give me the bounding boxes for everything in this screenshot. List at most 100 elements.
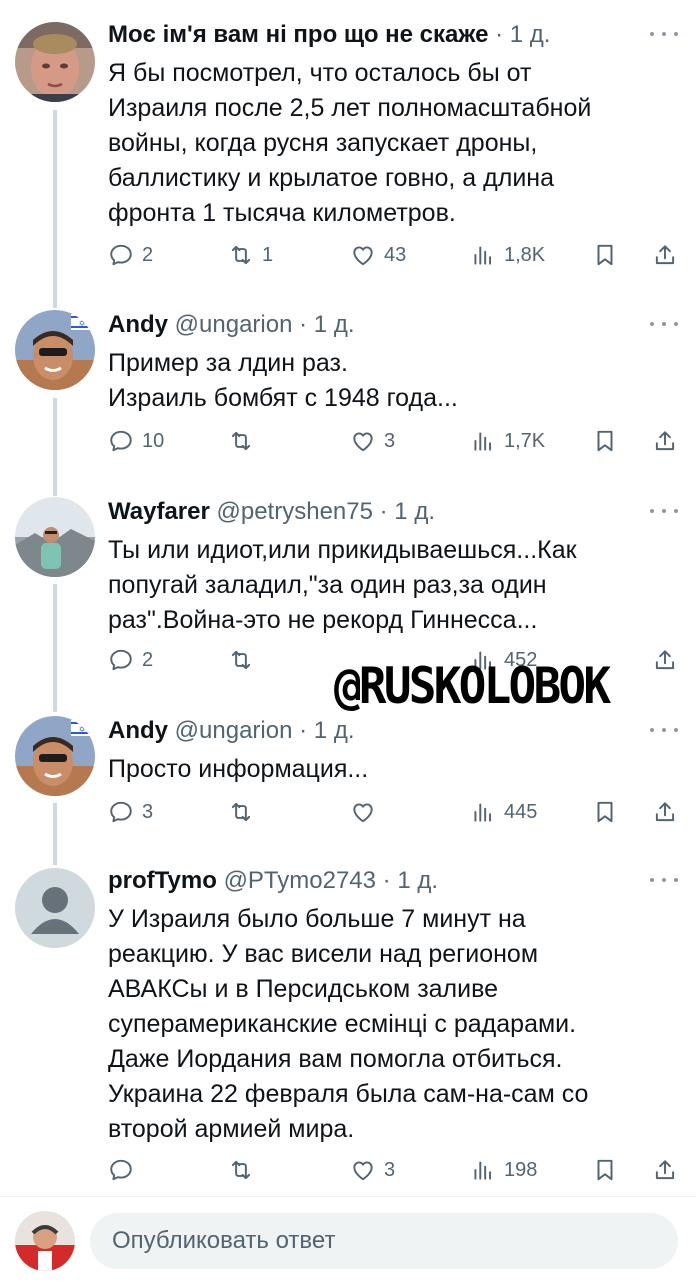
more-icon[interactable] [650,30,678,38]
tweet-text: У Израиля было больше 7 минут на реакцию… [108,905,589,1143]
like-count: 3 [384,1158,396,1181]
views-icon [470,1157,496,1183]
retweet-icon [228,1157,254,1183]
reply-button[interactable] [108,1153,134,1187]
retweet-icon [228,647,254,673]
author-handle[interactable]: @petryshen75 [217,498,380,525]
action-bar: 2 1 43 1,8K [108,238,678,272]
tweet-header: Моє ім'я вам ні про що не скаже · 1 д. [108,20,550,50]
views-button[interactable]: 198 [470,1153,537,1187]
like-icon [350,799,376,825]
timestamp[interactable]: 1 д. [394,498,435,525]
avatar[interactable] [15,497,95,577]
views-button[interactable]: 1,8K [470,238,545,272]
timestamp[interactable]: 1 д. [314,311,355,338]
retweet-button[interactable] [228,643,262,677]
views-button[interactable]: 445 [470,795,537,829]
share-icon [652,799,678,825]
avatar[interactable]: ✡ [15,310,95,390]
author-handle[interactable]: @PTymo2743 [224,867,383,894]
like-button[interactable]: 3 [350,424,395,458]
more-icon[interactable] [650,876,678,884]
view-count: 198 [504,1158,538,1181]
bookmark-icon [592,428,618,454]
share-button[interactable] [652,795,678,829]
timestamp[interactable]: 1 д. [314,717,355,744]
like-icon [350,428,376,454]
retweet-count: 1 [262,243,274,266]
like-button[interactable] [350,795,384,829]
views-icon [470,242,496,268]
view-count: 445 [504,800,538,823]
more-icon[interactable] [650,507,678,515]
retweet-button[interactable] [228,424,262,458]
reply-button[interactable]: 3 [108,795,153,829]
author-name[interactable]: profTymo [108,867,217,894]
separator: · [382,867,398,894]
svg-text:✡: ✡ [79,725,86,734]
share-icon [652,1157,678,1183]
share-button[interactable] [652,424,678,458]
like-count: 43 [384,243,407,266]
bookmark-button[interactable] [592,424,618,458]
views-icon [470,428,496,454]
share-button[interactable] [652,238,678,272]
reply-icon [108,1157,134,1183]
bookmark-icon [592,242,618,268]
reply-count: 10 [142,429,165,452]
author-handle[interactable]: @ungarion [175,717,299,744]
reply-icon [108,242,134,268]
tweet[interactable]: ✡ Andy @ungarion · 1 д. Просто информаци… [0,716,696,836]
like-button[interactable]: 43 [350,238,406,272]
author-name[interactable]: Моє ім'я вам ні про що не скаже [108,21,488,48]
share-button[interactable] [652,1153,678,1187]
tweet-text: Ты или идиот,или прикидываешься...Как по… [108,536,577,634]
share-button[interactable] [652,643,678,677]
retweet-icon [228,242,254,268]
bookmark-button[interactable] [592,1153,618,1187]
tweet[interactable]: ✡ Andy @ungarion · 1 д. Пример за лдин р… [0,310,696,470]
reply-input[interactable]: Опубликовать ответ [90,1213,678,1269]
like-button[interactable]: 3 [350,1153,395,1187]
tweet-header: profTymo @PTymo2743 · 1 д. [108,866,438,896]
reply-icon [108,428,134,454]
retweet-button[interactable] [228,795,262,829]
retweet-button[interactable] [228,1153,254,1187]
reply-icon [108,647,134,673]
retweet-icon [228,428,254,454]
bookmark-icon [592,799,618,825]
default-user-icon [15,868,95,948]
author-handle[interactable]: @ungarion [175,311,299,338]
bookmark-button[interactable] [592,795,618,829]
views-button[interactable]: 1,7K [470,424,545,458]
separator: · [299,311,314,338]
reply-count: 2 [142,648,154,671]
avatar[interactable]: ✡ [15,716,95,796]
timestamp[interactable]: 1 д. [510,21,551,48]
avatar-placeholder[interactable] [15,868,95,948]
share-icon [652,428,678,454]
more-icon[interactable] [650,320,678,328]
like-count: 3 [384,429,396,452]
author-name[interactable]: Andy [108,311,168,338]
share-icon [652,647,678,673]
view-count: 1,8K [504,243,546,266]
avatar[interactable] [15,22,95,102]
author-name[interactable]: Andy [108,717,168,744]
retweet-icon [228,799,254,825]
current-user-avatar[interactable] [15,1211,75,1271]
timestamp[interactable]: 1 д. [397,867,438,894]
bookmark-button[interactable] [592,238,618,272]
reply-button[interactable]: 2 [108,643,153,677]
action-bar: 3 445 [108,795,678,829]
retweet-button[interactable]: 1 [228,238,273,272]
action-bar: 10 3 1,7K [108,424,678,458]
tweet[interactable]: profTymo @PTymo2743 · 1 д. У Израиля был… [0,866,696,1196]
tweet[interactable]: Моє ім'я вам ні про що не скаже · 1 д. Я… [0,20,696,280]
author-name[interactable]: Wayfarer [108,498,210,525]
svg-text:✡: ✡ [79,319,86,328]
reply-count: 3 [142,800,154,823]
reply-button[interactable]: 10 [108,424,164,458]
reply-button[interactable]: 2 [108,238,153,272]
more-icon[interactable] [650,726,678,734]
